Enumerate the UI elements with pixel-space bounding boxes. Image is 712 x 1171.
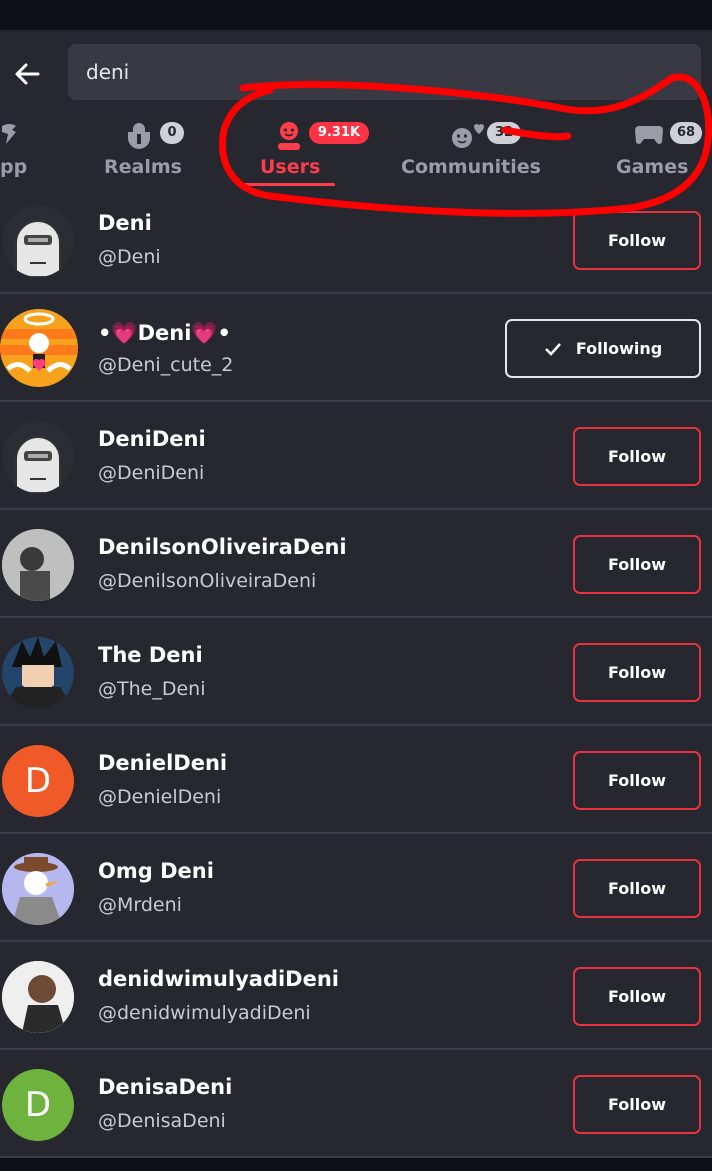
app-icon <box>2 124 16 144</box>
user-name: DenielDeni <box>98 751 228 775</box>
letter-avatar: D <box>2 1069 74 1141</box>
tab-app[interactable]: pp <box>0 118 40 188</box>
follow-button[interactable]: Follow <box>573 643 701 702</box>
list-item[interactable]: D DenisaDeni @DenisaDeni Follow <box>0 1051 712 1158</box>
user-handle: @DenilsonOliveiraDeni <box>98 570 317 592</box>
follow-button[interactable]: Follow <box>573 427 701 486</box>
follow-button[interactable]: Follow <box>573 859 701 918</box>
user-name: Omg Deni <box>98 859 214 883</box>
user-handle: @denidwimulyadiDeni <box>98 1002 311 1024</box>
checkmark-icon <box>544 342 561 356</box>
list-item[interactable]: •💗Deni💗• @Deni_cute_2 Following <box>0 295 712 402</box>
tab-badge: 32 <box>487 122 521 144</box>
gamepad-icon <box>635 126 663 144</box>
list-item[interactable]: Omg Deni @Mrdeni Follow <box>0 835 712 942</box>
tab-badge: 68 <box>670 122 702 144</box>
active-tab-underline <box>242 183 335 186</box>
user-name: The Deni <box>98 643 203 667</box>
follow-button[interactable]: Follow <box>573 1075 701 1134</box>
realms-icon <box>128 123 150 149</box>
tab-label: Games <box>616 156 689 178</box>
following-label: Following <box>575 339 663 358</box>
list-item[interactable]: denidwimulyadiDeni @denidwimulyadiDeni F… <box>0 943 712 1050</box>
follow-button[interactable]: Follow <box>573 967 701 1026</box>
user-name: DeniDeni <box>98 427 206 451</box>
angel-avatar <box>0 309 78 387</box>
anime-avatar <box>2 637 74 709</box>
user-name: •💗Deni💗• <box>98 321 231 345</box>
tab-label: Communities <box>401 156 541 178</box>
tab-users[interactable]: 9.31K Users <box>255 118 375 188</box>
following-button[interactable]: Following <box>505 319 701 378</box>
tab-badge: 9.31K <box>309 122 369 144</box>
user-name: DenisaDeni <box>98 1075 233 1099</box>
duck-avatar <box>2 853 74 925</box>
tab-label: pp <box>0 156 28 178</box>
list-item[interactable]: Deni @Deni Follow <box>0 187 712 294</box>
user-handle: @Deni <box>98 246 161 268</box>
list-item[interactable]: D DenielDeni @DenielDeni Follow <box>0 727 712 834</box>
search-input[interactable] <box>86 44 676 100</box>
follow-button[interactable]: Follow <box>573 535 701 594</box>
follow-button[interactable]: Follow <box>573 751 701 810</box>
status-bar <box>0 0 712 30</box>
tab-label: Realms <box>104 156 182 178</box>
tab-communities[interactable]: 32 Communities <box>400 118 541 188</box>
back-button[interactable] <box>10 57 44 91</box>
user-handle: @DenielDeni <box>98 786 222 808</box>
arrow-left-icon <box>15 63 40 85</box>
default-avatar <box>2 421 74 493</box>
list-item[interactable]: The Deni @The_Deni Follow <box>0 619 712 726</box>
photo-avatar <box>2 961 74 1033</box>
user-handle: @The_Deni <box>98 678 206 700</box>
list-item[interactable]: DenilsonOliveiraDeni @DenilsonOliveiraDe… <box>0 511 712 618</box>
search-box[interactable] <box>68 44 701 100</box>
user-name: denidwimulyadiDeni <box>98 967 339 991</box>
follow-button[interactable]: Follow <box>573 211 701 270</box>
tab-label: Users <box>260 156 321 178</box>
user-icon <box>278 122 300 150</box>
user-handle: @DeniDeni <box>98 462 205 484</box>
tab-realms[interactable]: 0 Realms <box>100 118 190 188</box>
default-avatar <box>2 205 74 277</box>
tab-badge: 0 <box>160 122 184 144</box>
list-item[interactable]: DeniDeni @DeniDeni Follow <box>0 403 712 510</box>
user-name: Deni <box>98 211 152 235</box>
search-header: pp 0 Realms 9.31K Users 32 Commu <box>0 30 712 205</box>
user-handle: @Mrdeni <box>98 894 182 916</box>
navigation-bar <box>0 1158 712 1171</box>
photo-avatar <box>2 529 74 601</box>
user-handle: @DenisaDeni <box>98 1110 226 1132</box>
communities-icon <box>452 124 484 148</box>
tab-games[interactable]: 68 Games <box>612 118 712 188</box>
letter-avatar: D <box>2 745 74 817</box>
user-name: DenilsonOliveiraDeni <box>98 535 347 559</box>
user-handle: @Deni_cute_2 <box>98 354 234 376</box>
